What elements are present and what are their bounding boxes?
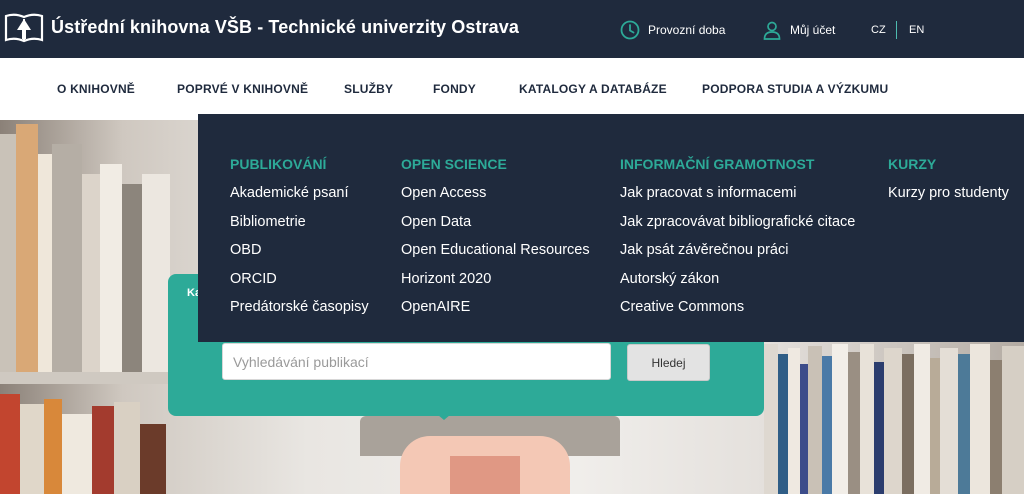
open-book-image: [340, 416, 630, 494]
dropdown-column-kurzy: KURZY Kurzy pro studenty: [888, 156, 1009, 205]
dropdown-item[interactable]: Kurzy pro studenty: [888, 176, 1009, 205]
nav-item-podpora-studia[interactable]: PODPORA STUDIA A VÝZKUMU: [702, 82, 888, 96]
dropdown-heading[interactable]: KURZY: [888, 156, 1009, 176]
dropdown-item[interactable]: Autorský zákon: [620, 262, 855, 291]
lang-cz[interactable]: CZ: [871, 24, 886, 36]
dropdown-item[interactable]: Open Access: [401, 176, 590, 205]
dropdown-item[interactable]: Creative Commons: [620, 290, 855, 319]
top-bar: Ústřední knihovna VŠB - Technické univer…: [0, 0, 1024, 58]
open-book-logo[interactable]: [4, 10, 44, 46]
dropdown-item[interactable]: Jak pracovat s informacemi: [620, 176, 855, 205]
main-nav: O KNIHOVNĚ POPRVÉ V KNIHOVNĚ SLUŽBY FOND…: [0, 58, 1024, 120]
clock-icon: [620, 20, 640, 40]
dropdown-item[interactable]: OBD: [230, 233, 369, 262]
site-title[interactable]: Ústřední knihovna VŠB - Technické univer…: [51, 17, 519, 38]
user-icon: [763, 21, 781, 40]
search-input[interactable]: [222, 343, 611, 380]
nav-item-o-knihovne[interactable]: O KNIHOVNĚ: [57, 82, 135, 96]
dropdown-item[interactable]: Bibliometrie: [230, 205, 369, 234]
dropdown-column-informacni-gramotnost: INFORMAČNÍ GRAMOTNOST Jak pracovat s inf…: [620, 156, 855, 319]
my-account-label: Můj účet: [790, 23, 836, 37]
dropdown-item[interactable]: ORCID: [230, 262, 369, 291]
lang-en[interactable]: EN: [909, 24, 924, 36]
my-account-link[interactable]: Můj účet: [762, 20, 835, 40]
opening-hours-link[interactable]: Provozní doba: [620, 20, 725, 40]
dropdown-item[interactable]: OpenAIRE: [401, 290, 590, 319]
dropdown-column-open-science: OPEN SCIENCE Open Access Open Data Open …: [401, 156, 590, 319]
opening-hours-label: Provozní doba: [648, 23, 726, 37]
lang-separator: [896, 21, 897, 39]
dropdown-item[interactable]: Jak zpracovávat bibliografické citace: [620, 205, 855, 234]
dropdown-pointer: [774, 114, 806, 128]
dropdown-item[interactable]: Jak psát závěrečnou práci: [620, 233, 855, 262]
dropdown-item[interactable]: Predátorské časopisy: [230, 290, 369, 319]
nav-item-fondy[interactable]: FONDY: [433, 82, 476, 96]
nav-item-poprve-v-knihovne[interactable]: POPRVÉ V KNIHOVNĚ: [177, 82, 308, 96]
search-button[interactable]: Hledej: [627, 344, 710, 381]
dropdown-item[interactable]: Open Data: [401, 205, 590, 234]
dropdown-column-publikovani: PUBLIKOVÁNÍ Akademické psaní Bibliometri…: [230, 156, 369, 319]
dropdown-heading[interactable]: INFORMAČNÍ GRAMOTNOST: [620, 156, 855, 176]
nav-item-katalogy[interactable]: KATALOGY A DATABÁZE: [519, 82, 667, 96]
right-bookshelf: [764, 340, 1024, 494]
search-panel-notch: [432, 410, 456, 420]
dropdown-item[interactable]: Akademické psaní: [230, 176, 369, 205]
dropdown-heading[interactable]: PUBLIKOVÁNÍ: [230, 156, 369, 176]
nav-item-sluzby[interactable]: SLUŽBY: [344, 82, 393, 96]
dropdown-heading[interactable]: OPEN SCIENCE: [401, 156, 590, 176]
dropdown-item[interactable]: Horizont 2020: [401, 262, 590, 291]
dropdown-item[interactable]: Open Educational Resources: [401, 233, 590, 262]
